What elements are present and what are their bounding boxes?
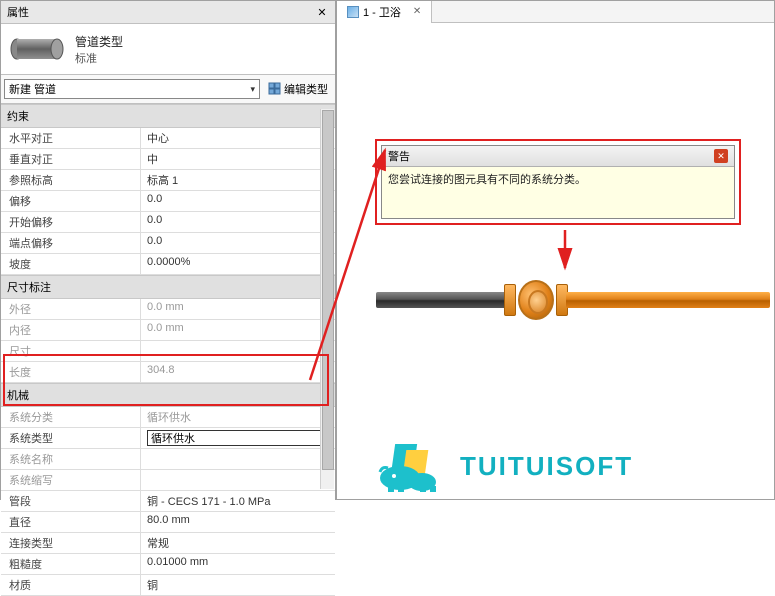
section-mechanical[interactable]: 机械 ⌄	[1, 383, 335, 407]
property-key: 系统类型	[1, 428, 141, 448]
pipe-junction	[518, 280, 554, 320]
brand-logo-text: TUITUISOFT	[460, 451, 633, 482]
property-key: 粗糙度	[1, 554, 141, 574]
property-row[interactable]: 水平对正中心	[1, 128, 335, 149]
property-row[interactable]: 参照标高标高 1	[1, 170, 335, 191]
property-row[interactable]: 系统分类循环供水	[1, 407, 335, 428]
panel-title-bar: 属性 ✕	[1, 1, 335, 24]
property-key: 系统缩写	[1, 470, 141, 490]
pipe-thumbnail-icon	[7, 30, 67, 68]
property-key: 外径	[1, 299, 141, 319]
warning-close-icon[interactable]: ✕	[714, 149, 728, 163]
property-value[interactable]	[141, 449, 335, 469]
chevron-down-icon: ▾	[250, 84, 255, 95]
section-constraints[interactable]: 约束 ⌄	[1, 104, 335, 128]
warning-message: 您尝试连接的图元具有不同的系统分类。	[382, 167, 734, 191]
brand-logo-icon	[376, 438, 448, 494]
warning-title-bar[interactable]: 警告 ✕	[382, 146, 734, 167]
close-icon[interactable]: ✕	[315, 5, 329, 19]
property-row[interactable]: 管段铜 - CECS 171 - 1.0 MPa	[1, 491, 335, 512]
property-row[interactable]: 粗糙度0.01000 mm	[1, 554, 335, 575]
property-key: 偏移	[1, 191, 141, 211]
property-row[interactable]: 系统类型	[1, 428, 335, 449]
property-key: 尺寸	[1, 341, 141, 361]
property-input[interactable]	[147, 430, 329, 446]
property-key: 系统名称	[1, 449, 141, 469]
pipe-segment-copper	[566, 292, 770, 308]
type-selector[interactable]: 新建 管道 ▾	[4, 79, 260, 99]
section-dimensions[interactable]: 尺寸标注 ⌄	[1, 275, 335, 299]
property-key: 垂直对正	[1, 149, 141, 169]
property-row[interactable]: 尺寸	[1, 341, 335, 362]
property-value[interactable]: 0.01000 mm	[141, 554, 335, 574]
property-row[interactable]: 连接类型常规	[1, 533, 335, 554]
document-icon	[347, 6, 359, 18]
property-row[interactable]: 系统缩写	[1, 470, 335, 491]
type-style: 标准	[75, 50, 123, 66]
property-value[interactable]: 铜 - CECS 171 - 1.0 MPa	[141, 491, 335, 511]
tab-close-icon[interactable]: ✕	[413, 6, 421, 17]
edit-type-icon	[268, 82, 282, 96]
property-row[interactable]: 直径80.0 mm	[1, 512, 335, 533]
pipe-3d-view[interactable]	[376, 274, 772, 334]
property-value[interactable]: 常规	[141, 533, 335, 553]
property-key: 管段	[1, 491, 141, 511]
brand-logo: TUITUISOFT	[376, 438, 633, 494]
type-selector-row: 新建 管道 ▾ 编辑类型	[1, 75, 335, 104]
property-value[interactable]	[141, 428, 335, 448]
view-tab[interactable]: 1 - 卫浴 ✕	[337, 1, 432, 23]
property-value[interactable]: 循环供水	[141, 407, 335, 427]
warning-dialog: 警告 ✕ 您尝试连接的图元具有不同的系统分类。	[381, 145, 735, 219]
arrow-warning-to-valve	[555, 228, 575, 281]
property-key: 内径	[1, 320, 141, 340]
property-row[interactable]: 内径0.0 mm	[1, 320, 335, 341]
type-header[interactable]: 管道类型 标准	[1, 24, 335, 75]
property-row[interactable]: 端点偏移0.0	[1, 233, 335, 254]
property-row[interactable]: 长度304.8	[1, 362, 335, 383]
edit-type-label: 编辑类型	[284, 81, 328, 97]
property-row[interactable]: 开始偏移0.0	[1, 212, 335, 233]
tab-label: 1 - 卫浴	[363, 4, 401, 20]
properties-grid: 约束 ⌄ 水平对正中心垂直对正中参照标高标高 1偏移0.0开始偏移0.0端点偏移…	[1, 104, 335, 596]
property-row[interactable]: 系统名称	[1, 449, 335, 470]
edit-type-button[interactable]: 编辑类型	[264, 79, 332, 99]
property-key: 直径	[1, 512, 141, 532]
pipe-flange	[504, 284, 516, 316]
selector-label: 新建 管道	[9, 81, 56, 97]
properties-panel: 属性 ✕ 管道类型 标准 新建 管道 ▾ 编辑类	[0, 0, 336, 500]
view-tab-row: 1 - 卫浴 ✕	[337, 1, 774, 23]
property-row[interactable]: 材质铜	[1, 575, 335, 596]
property-key: 连接类型	[1, 533, 141, 553]
panel-title: 属性	[7, 4, 29, 20]
property-value[interactable]	[141, 470, 335, 490]
type-name: 管道类型	[75, 33, 123, 50]
property-key: 系统分类	[1, 407, 141, 427]
property-key: 开始偏移	[1, 212, 141, 232]
property-row[interactable]: 垂直对正中	[1, 149, 335, 170]
property-key: 长度	[1, 362, 141, 382]
property-row[interactable]: 坡度0.0000%	[1, 254, 335, 275]
property-row[interactable]: 偏移0.0	[1, 191, 335, 212]
property-value[interactable]: 铜	[141, 575, 335, 595]
property-key: 坡度	[1, 254, 141, 274]
property-key: 水平对正	[1, 128, 141, 148]
property-value[interactable]: 80.0 mm	[141, 512, 335, 532]
property-row[interactable]: 外径0.0 mm	[1, 299, 335, 320]
type-text: 管道类型 标准	[75, 33, 123, 66]
property-key: 参照标高	[1, 170, 141, 190]
property-key: 端点偏移	[1, 233, 141, 253]
property-key: 材质	[1, 575, 141, 595]
